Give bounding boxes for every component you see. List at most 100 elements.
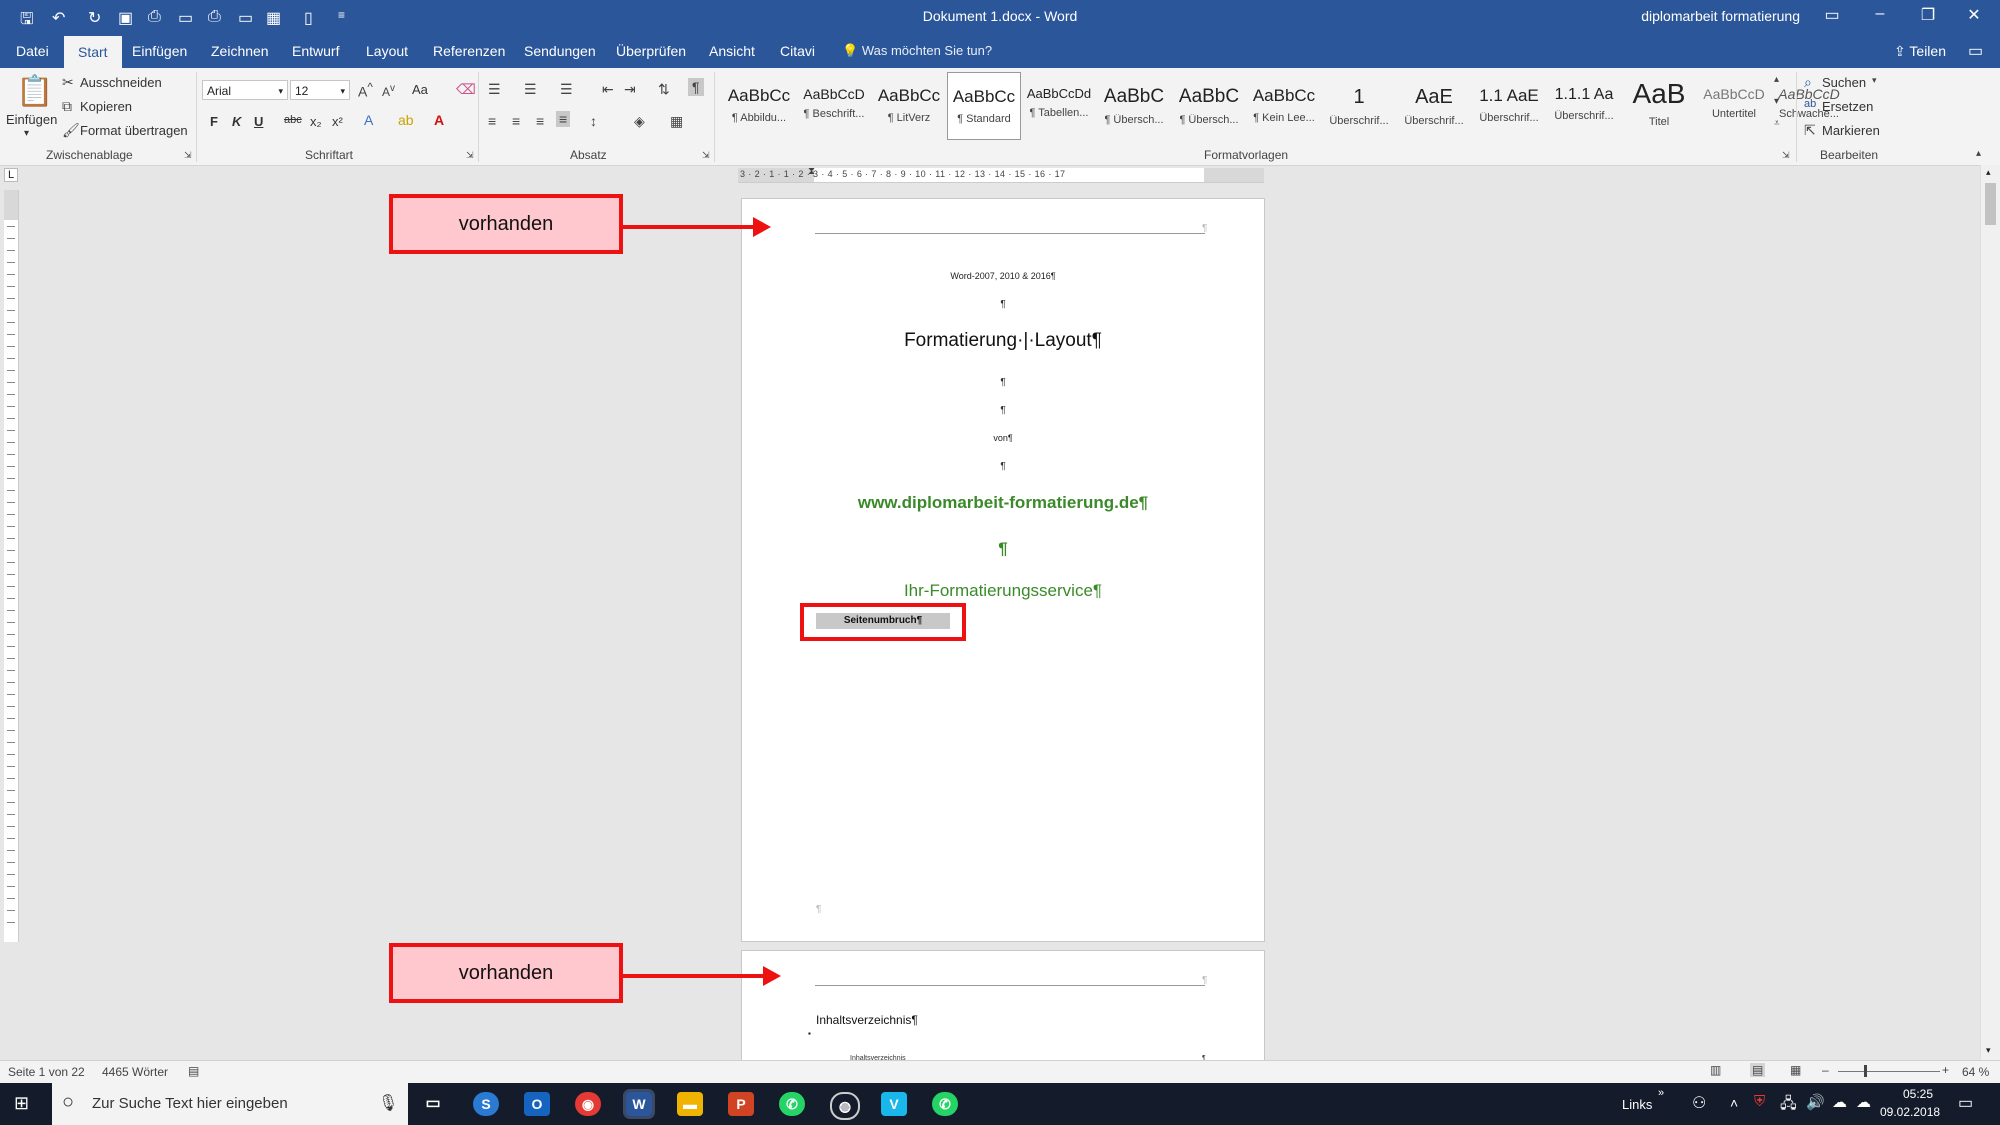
clipboard-launcher-icon[interactable]: ⇲ [184, 150, 192, 161]
file-explorer-icon[interactable]: ▬ [677, 1092, 703, 1116]
numbering-icon[interactable]: ☰ [524, 81, 537, 98]
cloud-icon[interactable]: ☁ [1832, 1093, 1847, 1111]
style-abbildung[interactable]: AaBbCc ¶ Abbildu... [722, 72, 796, 140]
style-titel[interactable]: AaB Titel [1622, 72, 1696, 140]
subscript-button[interactable]: x₂ [310, 114, 322, 129]
whatsapp-icon[interactable]: ✆ [932, 1092, 958, 1116]
tab-selector-icon[interactable]: L [4, 168, 18, 182]
paste-icon[interactable]: 📋 [16, 74, 53, 109]
toc-heading[interactable]: Inhaltsverzeichnis¶ [816, 1013, 918, 1027]
increase-indent-icon[interactable]: ⇥ [624, 81, 636, 98]
style-ueberschrift-4[interactable]: 1.1.1 Aa Überschrif... [1547, 72, 1621, 140]
network-icon[interactable]: 🖧 [1780, 1093, 1797, 1118]
paste-button[interactable]: Einfügen [6, 112, 57, 127]
underline-button[interactable]: U [254, 114, 263, 129]
italic-button[interactable]: K [232, 114, 241, 129]
gallery-scroll-up-icon[interactable]: ▴ [1774, 74, 1779, 85]
close-icon[interactable]: ✕ [1954, 5, 1994, 25]
account-name[interactable]: diplomarbeit formatierung [1641, 8, 1800, 24]
antivirus-icon[interactable]: ⛨ [1754, 1093, 1765, 1110]
zoom-slider[interactable] [1838, 1071, 1940, 1072]
shrink-font-icon[interactable]: Av [382, 83, 395, 99]
line-spacing-icon[interactable]: ↕ [590, 113, 597, 129]
whatsapp-icon[interactable]: ✆ [779, 1092, 805, 1116]
decrease-indent-icon[interactable]: ⇤ [602, 81, 614, 98]
style-kein-leerraum[interactable]: AaBbCc ¶ Kein Lee... [1247, 72, 1321, 140]
bullets-icon[interactable]: ☰ [488, 81, 501, 98]
grow-font-icon[interactable]: A^ [358, 81, 373, 100]
tell-me-search[interactable]: 💡 Was möchten Sie tun? [842, 43, 992, 59]
style-ueberschrift-3[interactable]: 1.1 AaE Überschrif... [1472, 72, 1546, 140]
minimize-icon[interactable]: – [1860, 5, 1900, 23]
vimeo-icon[interactable]: V [881, 1092, 907, 1116]
clear-formatting-icon[interactable]: ⌫ [456, 81, 476, 98]
bold-button[interactable]: F [210, 114, 218, 129]
replace-button[interactable]: Ersetzen [1822, 99, 1873, 114]
shading-icon[interactable]: ◈ [634, 113, 645, 130]
zoom-in-icon[interactable]: + [1942, 1063, 1949, 1077]
taskbar-time[interactable]: 05:25 [1888, 1087, 1948, 1101]
zoom-slider-thumb[interactable] [1864, 1065, 1867, 1077]
proofing-icon[interactable]: ▤ [188, 1064, 199, 1078]
doc-line-von[interactable]: von¶ [742, 433, 1264, 443]
highlight-icon[interactable]: ab [398, 112, 414, 128]
print-layout-icon[interactable]: ▤ [1750, 1063, 1766, 1077]
paragraph-launcher-icon[interactable]: ⇲ [702, 150, 710, 161]
word-count[interactable]: 4465 Wörter [102, 1065, 168, 1079]
format-painter-button[interactable]: Format übertragen [80, 123, 188, 138]
empty-paragraph-green[interactable]: ¶ [742, 539, 1264, 559]
tab-citavi[interactable]: Citavi [780, 43, 815, 59]
vertical-ruler[interactable] [4, 190, 19, 942]
vertical-scrollbar[interactable]: ▴ ▾ [1980, 165, 2000, 1060]
select-button[interactable]: Markieren [1822, 123, 1880, 138]
tab-sendungen[interactable]: Sendungen [524, 43, 596, 59]
document-page-1[interactable]: ¶ Word-2007, 2010 & 2016¶ ¶ Formatierung… [741, 198, 1265, 942]
copy-button[interactable]: Kopieren [80, 99, 132, 114]
taskbar-date[interactable]: 09.02.2018 [1880, 1105, 1940, 1119]
cut-button[interactable]: Ausschneiden [80, 75, 162, 90]
task-view-icon[interactable]: ▭ [420, 1092, 446, 1116]
style-ueberschrift-b[interactable]: AaBbC ¶ Übersch... [1172, 72, 1246, 140]
empty-paragraph[interactable]: ¶ [742, 461, 1264, 472]
share-button[interactable]: ⇪ Teilen [1894, 43, 1946, 60]
tab-einfuegen[interactable]: Einfügen [132, 43, 187, 59]
style-ueberschrift-2[interactable]: AaE Überschrif... [1397, 72, 1471, 140]
outlook-icon[interactable]: O [524, 1092, 550, 1116]
scroll-thumb[interactable] [1985, 183, 1996, 225]
empty-paragraph[interactable]: ¶ [742, 299, 1264, 310]
gallery-more-icon[interactable]: ⩡ [1774, 118, 1780, 129]
font-size-select[interactable]: 12 ▾ [290, 80, 350, 100]
restore-icon[interactable]: ❐ [1908, 5, 1948, 25]
align-left-icon[interactable]: ≡ [488, 113, 496, 129]
microphone-icon[interactable]: 🎙 [378, 1093, 398, 1113]
people-icon[interactable]: ⚇ [1692, 1093, 1706, 1113]
scroll-up-icon[interactable]: ▴ [1986, 167, 1991, 178]
chevron-up-icon[interactable]: ˄ [1730, 1095, 1738, 1111]
web-layout-icon[interactable]: ▦ [1790, 1063, 1801, 1077]
align-center-icon[interactable]: ≡ [512, 113, 520, 129]
doc-title[interactable]: Formatierung·|·Layout¶ [742, 330, 1264, 352]
collapse-ribbon-icon[interactable]: ▴ [1976, 148, 1981, 159]
style-standard[interactable]: AaBbCc ¶ Standard [947, 72, 1021, 140]
tab-start[interactable]: Start [64, 36, 122, 68]
style-litverz[interactable]: AaBbCc ¶ LitVerz [872, 72, 946, 140]
read-mode-icon[interactable]: ▥ [1710, 1063, 1721, 1077]
obs-icon[interactable]: ◍ [830, 1092, 860, 1120]
page-count[interactable]: Seite 1 von 22 [8, 1065, 85, 1079]
toolbar-expand-icon[interactable]: » [1658, 1087, 1664, 1099]
show-formatting-marks-icon[interactable]: ¶ [688, 78, 704, 96]
word-taskbar-icon[interactable]: W [623, 1089, 655, 1119]
notifications-icon[interactable]: ▭ [1958, 1093, 1973, 1113]
zoom-level[interactable]: 64 % [1962, 1065, 1989, 1079]
multilevel-list-icon[interactable]: ☰ [560, 81, 573, 98]
taskbar-search-input[interactable]: Zur Suche Text hier eingeben [92, 1095, 288, 1112]
empty-paragraph[interactable]: ¶ [742, 405, 1264, 416]
style-untertitel[interactable]: AaBbCcD Untertitel [1697, 72, 1771, 140]
skype-business-icon[interactable]: S [473, 1092, 499, 1116]
style-beschriftung[interactable]: AaBbCcD ¶ Beschrift... [797, 72, 871, 140]
styles-launcher-icon[interactable]: ⇲ [1782, 150, 1790, 161]
tab-ueberpruefen[interactable]: Überprüfen [616, 43, 686, 59]
borders-icon[interactable]: ▦ [670, 113, 683, 130]
justify-icon[interactable]: ≡ [556, 111, 571, 127]
scroll-down-icon[interactable]: ▾ [1986, 1045, 1991, 1056]
